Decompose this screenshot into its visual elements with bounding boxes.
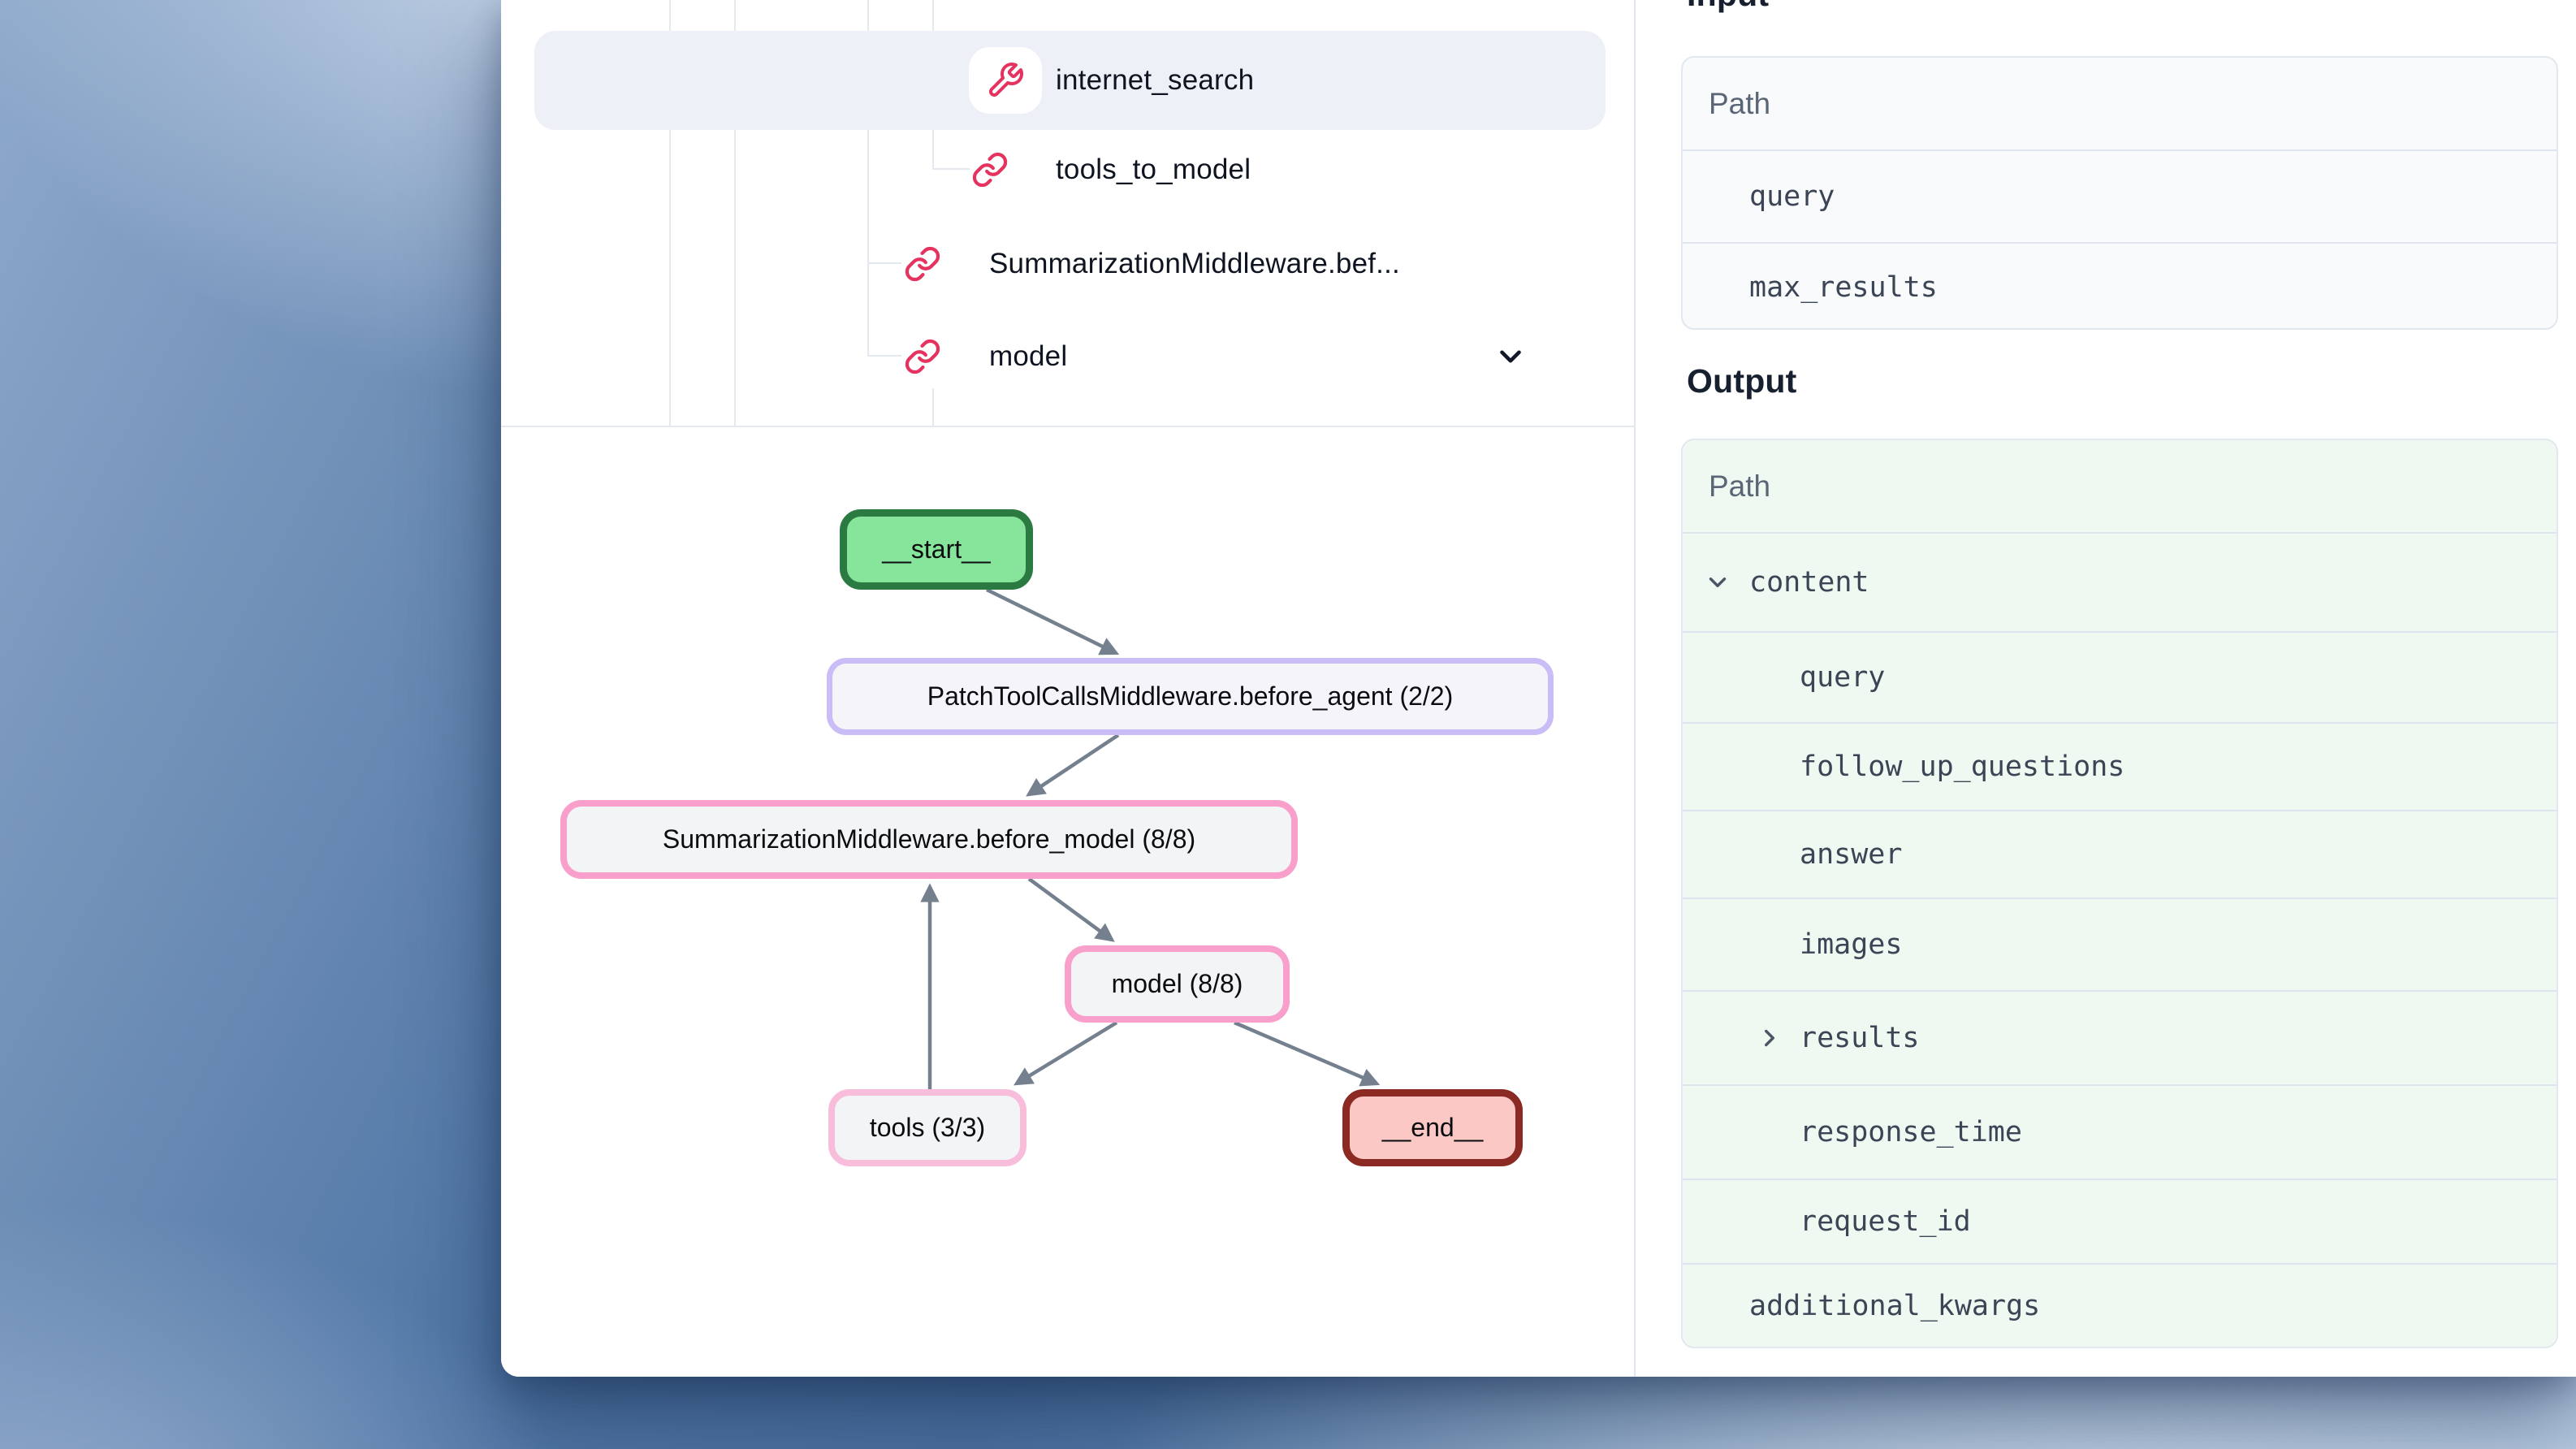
schema-row-content[interactable]: content (1683, 532, 2557, 631)
tree-item-label: SummarizationMiddleware.bef... (989, 248, 1400, 280)
input-path-header: Path (1683, 58, 2557, 149)
link-icon (971, 151, 1009, 188)
output-path-header: Path (1683, 440, 2557, 532)
schema-row-additional-kwargs[interactable]: additional_kwargs (1683, 1263, 2557, 1347)
link-icon (904, 338, 941, 375)
input-schema-card: Path query max_results (1681, 56, 2558, 330)
graph-node-summarization-middleware[interactable]: SummarizationMiddleware.before_model (8/… (560, 800, 1298, 879)
graph-node-patch-tool-calls-middleware[interactable]: PatchToolCallsMiddleware.before_agent (2… (827, 658, 1554, 735)
tree-row-internet-search[interactable]: internet_search (534, 31, 1606, 130)
tree-item-label: internet_search (1056, 64, 1254, 97)
schema-row-request-id[interactable]: request_id (1683, 1179, 2557, 1263)
link-icon (904, 245, 941, 283)
wrench-icon (986, 61, 1025, 100)
run-tree: internet_search tools_to_model (501, 0, 1634, 426)
graph-node-model[interactable]: model (8/8) (1065, 945, 1290, 1023)
output-schema-card: Path content query follow_up_questions a… (1681, 439, 2558, 1348)
chevron-down-icon[interactable] (1704, 569, 1731, 596)
graph-node-tools[interactable]: tools (3/3) (828, 1089, 1027, 1166)
schema-row-results[interactable]: results (1683, 990, 2557, 1084)
schema-row-max-results[interactable]: max_results (1683, 242, 2557, 330)
graph-node-start[interactable]: __start__ (840, 509, 1033, 590)
graph-node-end[interactable]: __end__ (1342, 1089, 1523, 1166)
schema-row-query[interactable]: query (1683, 149, 2557, 242)
graph-edges (501, 427, 1634, 1377)
chevron-down-icon[interactable] (1493, 340, 1528, 374)
tree-row-summarization-middleware[interactable]: SummarizationMiddleware.bef... (534, 214, 1606, 314)
schema-row-answer[interactable]: answer (1683, 810, 2557, 898)
graph-canvas: __start__ PatchToolCallsMiddleware.befor… (501, 427, 1634, 1377)
schema-row-query[interactable]: query (1683, 631, 2557, 722)
tree-row-tools-to-model[interactable]: tools_to_model (534, 120, 1606, 219)
schema-row-follow-up-questions[interactable]: follow_up_questions (1683, 722, 2557, 810)
output-section-title: Output (1687, 362, 1797, 400)
schema-row-response-time[interactable]: response_time (1683, 1084, 2557, 1179)
input-section-title: Input (1687, 0, 1769, 14)
tool-icon-badge (969, 47, 1042, 114)
schema-row-images[interactable]: images (1683, 898, 2557, 990)
trace-pane: internet_search tools_to_model (501, 0, 1634, 1377)
tree-item-label: model (989, 340, 1067, 373)
io-inspector-panel: Input Path query max_results Output Path (1636, 0, 2576, 1377)
trace-viewer-window: internet_search tools_to_model (501, 0, 2576, 1377)
chevron-right-icon[interactable] (1756, 1024, 1783, 1052)
tree-row-model[interactable]: model (534, 307, 1606, 406)
tree-item-label: tools_to_model (1056, 154, 1251, 186)
